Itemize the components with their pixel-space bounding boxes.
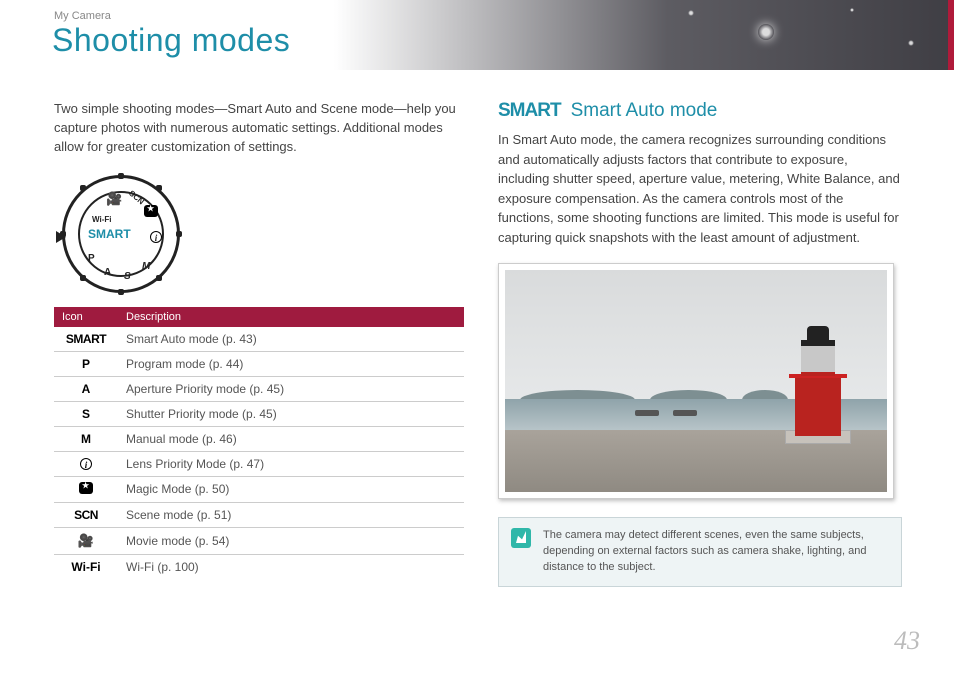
mode-icon-cell: Wi-Fi — [54, 554, 118, 579]
photo-lighthouse-tower — [795, 376, 841, 436]
sample-photo-lighthouse — [505, 270, 887, 492]
sparkle-icon — [850, 8, 854, 12]
section-body: In Smart Auto mode, the camera recognize… — [498, 130, 902, 247]
table-row: AAperture Priority mode (p. 45) — [54, 376, 464, 401]
modes-table: Icon Description SMART Smart Auto mode (p… — [54, 307, 464, 579]
sparkle-icon — [908, 40, 914, 46]
dial-notch-icon — [80, 185, 86, 191]
photo-lighthouse-cap — [807, 326, 829, 340]
table-row: SMART Smart Auto mode (p. 43) — [54, 327, 464, 352]
mode-icon-cell: 🎥 — [54, 527, 118, 554]
dial-label-s: S — [124, 271, 131, 282]
manual-page: My Camera Shooting modes Two simple shoo… — [0, 0, 954, 676]
table-header-row: Icon Description — [54, 307, 464, 327]
intro-text: Two simple shooting modes—Smart Auto and… — [54, 100, 464, 157]
dial-notch-icon — [80, 275, 86, 281]
mode-icon-cell — [54, 476, 118, 502]
mode-icon-cell: A — [54, 376, 118, 401]
breadcrumb: My Camera — [54, 10, 111, 22]
section-heading: SMART Smart Auto mode — [498, 100, 902, 122]
dial-label-a: A — [104, 267, 111, 278]
mode-description-cell: Magic Mode (p. 50) — [118, 476, 464, 502]
mode-description-cell: Lens Priority Mode (p. 47) — [118, 451, 464, 476]
mode-dial-illustration: Wi-Fi SMART P A S M SCN i 🎥 — [62, 175, 180, 293]
mode-description-cell: Movie mode (p. 54) — [118, 527, 464, 554]
mode-description-cell: Aperture Priority mode (p. 45) — [118, 376, 464, 401]
table-row: 🎥 Movie mode (p. 54) — [54, 527, 464, 554]
dial-notch-icon — [118, 173, 124, 179]
dial-label-wifi: Wi-Fi — [92, 215, 111, 224]
table-row: Magic Mode (p. 50) — [54, 476, 464, 502]
movie-mode-icon: 🎥 — [78, 533, 94, 548]
dial-star-icon — [144, 205, 158, 220]
left-column: Two simple shooting modes—Smart Auto and… — [54, 100, 464, 579]
mode-description-cell: Scene mode (p. 51) — [118, 502, 464, 527]
section-title-text: Smart Auto mode — [571, 100, 718, 122]
table-row: SShutter Priority mode (p. 45) — [54, 401, 464, 426]
modes-tbody: SMART Smart Auto mode (p. 43)PProgram mod… — [54, 327, 464, 579]
table-row: Wi-Fi Wi-Fi (p. 100) — [54, 554, 464, 579]
page-number: 43 — [894, 626, 920, 656]
mode-description-cell: Wi-Fi (p. 100) — [118, 554, 464, 579]
mode-icon-cell: M — [54, 426, 118, 451]
table-row: SCN Scene mode (p. 51) — [54, 502, 464, 527]
table-row: MManual mode (p. 46) — [54, 426, 464, 451]
sparkle-icon — [688, 10, 694, 16]
mode-icon-cell: S — [54, 401, 118, 426]
table-row: PProgram mode (p. 44) — [54, 351, 464, 376]
dial-notch-icon — [156, 185, 162, 191]
smart-wordmark-icon: SMART — [498, 100, 561, 122]
mode-description-cell: Shutter Priority mode (p. 45) — [118, 401, 464, 426]
mode-description-cell: Smart Auto mode (p. 43) — [118, 327, 464, 352]
dial-label-m: M — [142, 261, 150, 272]
right-column: SMART Smart Auto mode In Smart Auto mode… — [498, 100, 902, 587]
page-title: Shooting modes — [52, 22, 290, 59]
magic-mode-icon — [79, 482, 93, 494]
dial-i-icon: i — [150, 231, 162, 244]
photo-boat — [673, 410, 697, 416]
sample-photo-frame — [498, 263, 894, 499]
mode-icon-cell: i — [54, 451, 118, 476]
smart-mode-label: SMART — [66, 332, 106, 346]
dial-notch-icon — [176, 231, 182, 237]
mode-description-cell: Program mode (p. 44) — [118, 351, 464, 376]
dial-notch-icon — [156, 275, 162, 281]
mode-icon-cell: P — [54, 351, 118, 376]
wifi-mode-label: Wi-Fi — [71, 560, 100, 574]
lens-priority-icon: i — [80, 458, 92, 470]
note-icon — [511, 528, 531, 548]
mode-icon-cell: SMART — [54, 327, 118, 352]
dial-notch-icon — [60, 231, 66, 237]
note-text: The camera may detect different scenes, … — [543, 528, 889, 576]
dial-label-p: P — [88, 253, 95, 264]
table-row: i Lens Priority Mode (p. 47) — [54, 451, 464, 476]
photo-boat — [635, 410, 659, 416]
sparkle-icon — [758, 24, 774, 40]
note-callout: The camera may detect different scenes, … — [498, 517, 902, 587]
dial-notch-icon — [118, 289, 124, 295]
dial-label-smart: SMART — [88, 227, 131, 241]
dial-movie-icon: 🎥 — [106, 191, 122, 207]
mode-description-cell: Manual mode (p. 46) — [118, 426, 464, 451]
th-description: Description — [118, 307, 464, 327]
photo-lighthouse-lamp — [801, 340, 835, 376]
mode-icon-cell: SCN — [54, 502, 118, 527]
th-icon: Icon — [54, 307, 118, 327]
scene-mode-label: SCN — [74, 508, 98, 522]
